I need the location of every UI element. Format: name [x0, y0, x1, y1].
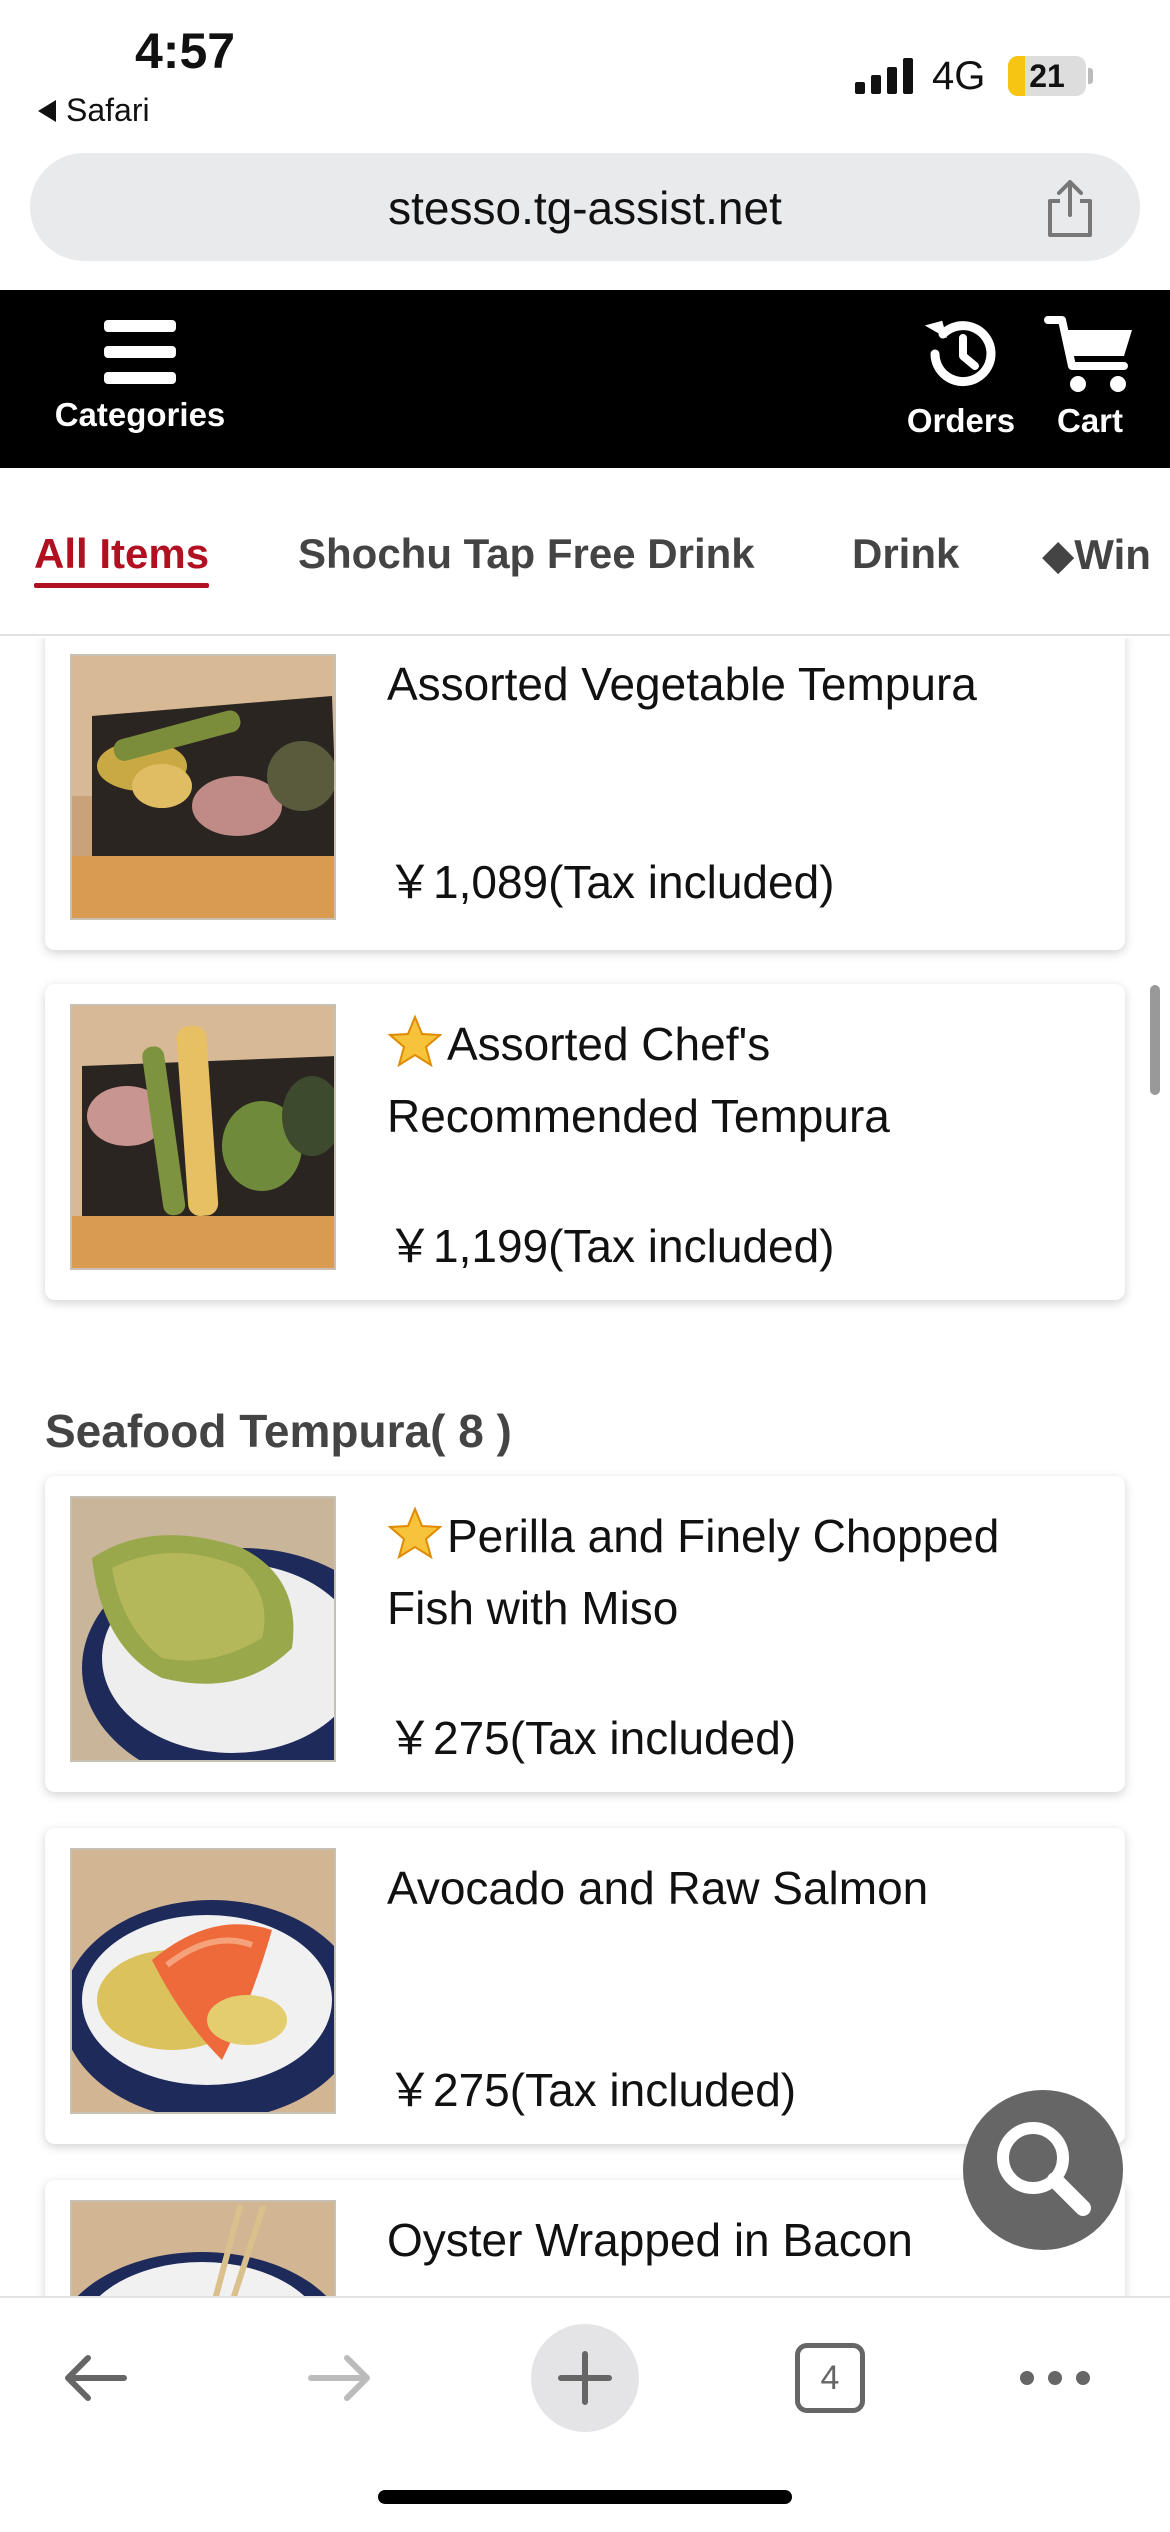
food-image [70, 1848, 336, 2114]
new-tab-button[interactable] [531, 2324, 639, 2432]
section-title: Seafood Tempura( 8 ) [45, 1405, 512, 1457]
item-name-text: Perilla and Finely Chopped Fish with Mis… [387, 1510, 1000, 1634]
cart-button[interactable]: Cart [1040, 312, 1140, 440]
home-indicator[interactable] [378, 2490, 792, 2504]
recommended-star-icon [387, 1014, 443, 1068]
food-image [70, 654, 336, 920]
arrow-right-icon [308, 2355, 370, 2401]
address-bar[interactable]: stesso.tg-assist.net [30, 153, 1140, 261]
cart-label: Cart [1056, 402, 1124, 439]
item-price: ￥1,089(Tax included) [387, 856, 835, 908]
item-price: ￥1,199(Tax included) [387, 1220, 835, 1272]
recommended-star-icon [387, 1506, 443, 1560]
menu-item-card[interactable]: Perilla and Finely Chopped Fish with Mis… [45, 1476, 1125, 1792]
tab-wine[interactable]: ◆Win [1042, 530, 1151, 579]
search-icon [997, 2122, 1091, 2216]
orders-button[interactable]: Orders [896, 312, 1026, 440]
food-image [70, 2200, 336, 2298]
item-price: ￥275(Tax included) [387, 2064, 797, 2116]
tabs-button[interactable]: 4 [790, 2328, 870, 2428]
item-name: Assorted Vegetable Tempura [387, 658, 977, 710]
forward-button[interactable] [295, 2328, 385, 2428]
arrow-left-icon [65, 2355, 127, 2401]
more-dots-icon [1020, 2371, 1090, 2385]
food-image [70, 1496, 336, 1762]
back-app-label: Safari [66, 92, 150, 128]
share-icon[interactable] [1042, 179, 1098, 239]
back-button[interactable] [50, 2328, 140, 2428]
status-bar: 4:57 Safari 4G 21 [0, 0, 1170, 150]
item-name: Assorted Chef's Recommended Tempura [387, 1008, 1087, 1152]
battery-nub [1088, 68, 1093, 84]
tab-drink[interactable]: Drink [852, 530, 959, 578]
category-tabs: All Items Shochu Tap Free Drink Drink ◆W… [0, 468, 1170, 636]
network-type: 4G [932, 54, 986, 98]
status-time: 4:57 [135, 23, 236, 79]
orders-label: Orders [906, 402, 1016, 439]
item-name: Avocado and Raw Salmon [387, 1862, 929, 1914]
item-name-text: Assorted Chef's Recommended Tempura [387, 1018, 890, 1142]
tabs-count: 4 [795, 2343, 865, 2413]
url-text[interactable]: stesso.tg-assist.net [30, 181, 1140, 235]
plus-icon [558, 2351, 612, 2405]
tab-all-items[interactable]: All Items [34, 530, 210, 588]
back-to-safari[interactable]: Safari [38, 92, 150, 129]
history-icon [924, 320, 996, 387]
search-button[interactable] [963, 2090, 1123, 2250]
battery-icon: 21 [1008, 56, 1086, 96]
back-triangle-icon [38, 99, 56, 122]
more-button[interactable] [1010, 2328, 1100, 2428]
item-name: Perilla and Finely Chopped Fish with Mis… [387, 1500, 1087, 1644]
cart-icon [1044, 316, 1132, 392]
menu-item-card[interactable]: Assorted Chef's Recommended Tempura ￥1,1… [45, 984, 1125, 1300]
categories-label: Categories [54, 396, 226, 433]
app-header: Categories Orders Cart [0, 290, 1170, 468]
battery-level: 21 [1029, 58, 1065, 94]
scrollbar-thumb[interactable] [1150, 985, 1160, 1095]
menu-item-card[interactable]: Assorted Vegetable Tempura ￥1,089(Tax in… [45, 638, 1125, 950]
menu-icon [104, 320, 176, 384]
signal-icon [855, 58, 913, 94]
food-image [70, 1004, 336, 1270]
categories-button[interactable]: Categories [40, 320, 240, 434]
item-price: ￥275(Tax included) [387, 1712, 797, 1764]
menu-list: Assorted Vegetable Tempura ￥1,089(Tax in… [0, 638, 1170, 2298]
tab-shochu-tap-free-drink[interactable]: Shochu Tap Free Drink [298, 530, 755, 578]
